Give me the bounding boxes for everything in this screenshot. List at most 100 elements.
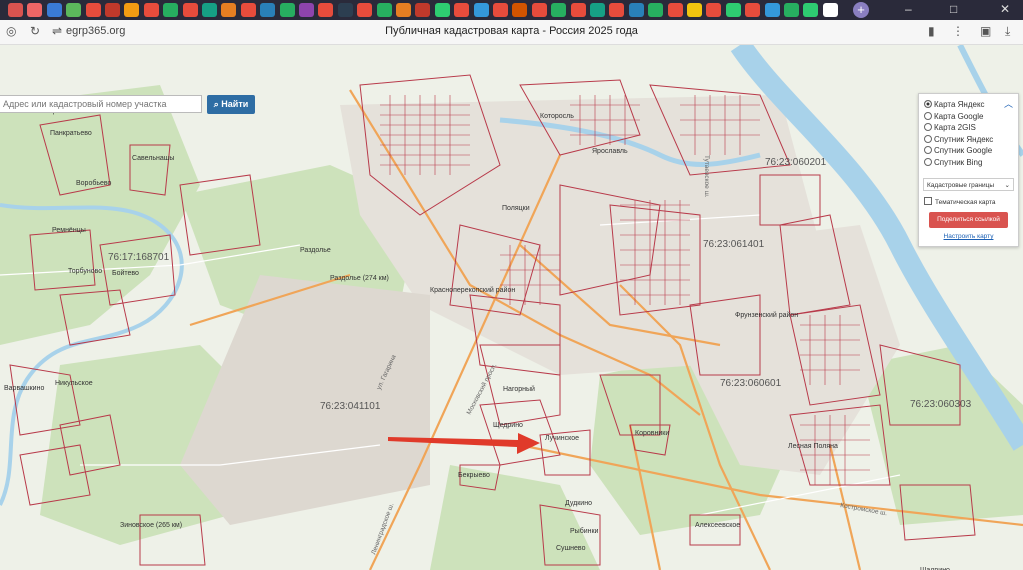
place-label: Савельнашы xyxy=(132,155,174,162)
maximize-icon[interactable]: □ xyxy=(950,2,957,16)
browser-tab[interactable] xyxy=(803,3,819,17)
place-label: Ремнёнцы xyxy=(52,227,86,234)
browser-tab[interactable] xyxy=(551,3,567,17)
browser-tab[interactable] xyxy=(687,3,702,17)
browser-tab[interactable] xyxy=(279,3,295,17)
place-label: Которосль xyxy=(540,113,574,120)
browser-tab[interactable] xyxy=(706,3,722,17)
base-layer-option[interactable]: Спутник Google xyxy=(924,145,992,156)
place-label: Красноперекопский район xyxy=(430,286,515,294)
browser-tab[interactable] xyxy=(318,3,334,17)
browser-tab[interactable] xyxy=(725,3,741,17)
browser-tab[interactable] xyxy=(648,3,664,17)
radio-icon xyxy=(924,100,932,108)
browser-tab[interactable] xyxy=(299,3,314,17)
cadastral-number-label: 76:17:168701 xyxy=(108,252,170,263)
browser-tab[interactable] xyxy=(434,3,450,17)
map-canvas[interactable]: 76:23:060201 76:23:061401 76:17:168701 76:2… xyxy=(0,45,1023,570)
browser-tab[interactable] xyxy=(337,3,353,17)
minimize-icon[interactable]: – xyxy=(905,2,912,16)
browser-tab[interactable] xyxy=(570,3,586,17)
radio-icon xyxy=(924,111,932,120)
browser-tab[interactable] xyxy=(376,3,392,17)
download-icon[interactable]: ⤓ xyxy=(1005,24,1010,39)
base-layer-label: Карта Google xyxy=(934,111,984,121)
bookmark-icon[interactable]: ▮ xyxy=(928,24,935,38)
browser-tab[interactable] xyxy=(609,3,625,17)
browser-tab[interactable] xyxy=(512,3,528,17)
browser-tab[interactable] xyxy=(221,3,237,17)
close-icon[interactable]: ✕ xyxy=(1000,2,1010,16)
browser-tab[interactable] xyxy=(531,3,547,17)
cadastral-number-label: 76:23:041101 xyxy=(320,401,381,412)
extensions-icon[interactable]: ▣ xyxy=(980,24,991,38)
browser-tab[interactable] xyxy=(628,3,644,17)
browser-tab[interactable] xyxy=(667,3,683,17)
browser-tab[interactable] xyxy=(454,3,470,17)
browser-tab[interactable] xyxy=(202,3,217,17)
base-layer-label: Спутник Google xyxy=(934,146,993,155)
place-label: Коровники xyxy=(635,430,669,437)
radio-icon xyxy=(924,134,932,143)
new-tab-button[interactable]: + xyxy=(853,2,869,18)
browser-tab[interactable] xyxy=(124,3,140,17)
browser-tab[interactable] xyxy=(357,3,373,17)
browser-tab[interactable] xyxy=(66,3,82,17)
configure-map-link[interactable]: Настроить карту xyxy=(919,233,1018,240)
base-layer-label: Спутник Яндекс xyxy=(934,134,994,144)
cadastral-layer-select-label: Кадастровые границы xyxy=(927,182,995,189)
base-layer-option[interactable]: Спутник Bing xyxy=(924,157,982,168)
base-layer-option[interactable]: Спутник Яндекс xyxy=(924,134,993,145)
search-input[interactable] xyxy=(0,95,202,113)
share-link-button[interactable]: Поделиться ссылкой xyxy=(929,212,1008,228)
place-label: Раздолье (274 км) xyxy=(330,275,389,282)
browser-tab[interactable] xyxy=(415,3,431,17)
collapse-chevron-icon[interactable]: ︿ xyxy=(1004,97,1013,110)
place-label: Поляцки xyxy=(502,205,530,212)
browser-tab[interactable] xyxy=(590,3,605,17)
browser-tab[interactable] xyxy=(764,3,780,17)
browser-tab[interactable] xyxy=(784,3,799,17)
menu-icon[interactable]: ⋮ xyxy=(952,24,964,38)
browser-tab[interactable] xyxy=(163,3,179,17)
browser-tab[interactable] xyxy=(85,3,101,17)
browser-tab[interactable] xyxy=(143,3,159,17)
cadastral-number-label: 76:23:060601 xyxy=(720,378,782,389)
place-label: Торбуново xyxy=(68,267,102,275)
place-label: Сушнево xyxy=(556,545,586,552)
browser-tab[interactable] xyxy=(105,3,120,17)
cadastral-number-label: 76:23:060201 xyxy=(765,157,827,168)
layer-panel: ︿ Карта Яндекс Карта Google Карта 2GIS Спут… xyxy=(918,93,1019,247)
road-label: Тутаевское ш. xyxy=(703,155,710,198)
thematic-map-label: Тематическая карта xyxy=(935,199,996,206)
base-layer-option[interactable]: Карта Яндекс xyxy=(924,99,985,110)
checkbox-icon xyxy=(924,197,932,205)
place-label: Лучинское xyxy=(545,435,579,442)
place-label: Дудкино xyxy=(565,500,592,507)
browser-tab[interactable] xyxy=(396,3,411,17)
address-bar: ◎ ↻ ⇌ egrp365.org Публичная кадастровая … xyxy=(0,20,1023,45)
cadastral-layer-select[interactable]: Кадастровые границы ⌄ xyxy=(923,178,1014,191)
place-label: Варвашкино xyxy=(4,385,44,392)
browser-tab[interactable] xyxy=(745,3,761,17)
browser-tab[interactable] xyxy=(27,3,43,17)
browser-tab[interactable] xyxy=(182,3,198,17)
browser-tab[interactable] xyxy=(822,3,838,17)
base-layer-option[interactable]: Карта Google xyxy=(924,111,983,122)
browser-tab[interactable] xyxy=(240,3,256,17)
thematic-map-checkbox[interactable]: Тематическая карта xyxy=(924,197,996,206)
browser-tab[interactable] xyxy=(473,3,489,17)
browser-tab[interactable] xyxy=(260,3,276,17)
base-layer-label: Спутник Bing xyxy=(934,157,983,167)
browser-tab[interactable] xyxy=(8,3,23,17)
place-label: Рыбинки xyxy=(570,527,599,535)
search-button[interactable]: ⌕ Найти xyxy=(207,95,255,114)
base-layer-option[interactable]: Карта 2GIS xyxy=(924,122,976,133)
browser-tab[interactable] xyxy=(493,3,508,17)
place-label: Лесная Поляна xyxy=(788,443,838,450)
radio-icon xyxy=(924,157,932,166)
place-label: Раздолье xyxy=(300,247,331,254)
browser-tab[interactable] xyxy=(46,3,62,17)
place-label: Панкратьево xyxy=(50,130,92,137)
cadastral-map[interactable]: 76:23:060201 76:23:061401 76:17:168701 76:2… xyxy=(0,45,1023,570)
